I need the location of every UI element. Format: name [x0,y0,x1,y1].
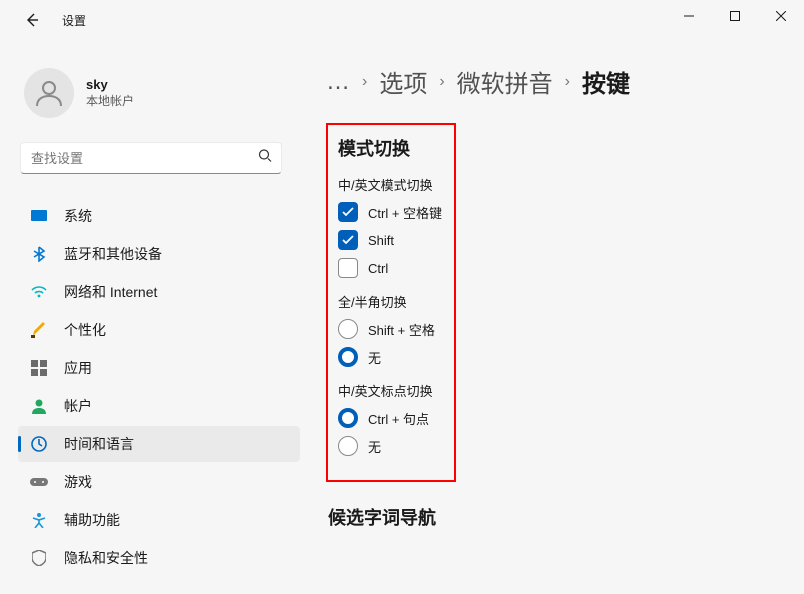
gamepad-icon [30,473,48,491]
nav-item-accessibility[interactable]: 辅助功能 [18,502,300,538]
radio-icon [338,436,358,456]
maximize-icon [730,11,740,21]
nav-item-network[interactable]: 网络和 Internet [18,274,300,310]
titlebar: 设置 [0,0,804,40]
checkbox-icon [338,202,358,222]
chevron-right-icon: › [362,73,367,91]
checkbox-shift[interactable]: Shift [338,230,444,250]
nav-item-system[interactable]: 系统 [18,198,300,234]
sidebar: sky 本地帐户 系统 蓝牙和其他设备 网络和 Internet [0,40,302,594]
nav-label: 个性化 [64,320,106,340]
content-area: … › 选项 › 微软拼音 › 按键 模式切换 中/英文模式切换 Ctrl + … [302,40,804,594]
full-half-heading: 全/半角切换 [338,292,444,311]
radio-ctrl-period[interactable]: Ctrl + 句点 [338,408,444,428]
radio-label: Ctrl + 句点 [368,409,429,428]
radio-shift-space[interactable]: Shift + 空格 [338,319,444,339]
radio-icon [338,319,358,339]
back-button[interactable] [22,10,42,30]
arrow-left-icon [24,12,40,28]
candidate-nav-heading: 候选字词导航 [328,504,796,530]
wifi-icon [30,283,48,301]
user-block[interactable]: sky 本地帐户 [18,50,302,136]
nav-label: 系统 [64,206,92,226]
brush-icon [30,321,48,339]
account-icon [30,397,48,415]
nav-item-bluetooth[interactable]: 蓝牙和其他设备 [18,236,300,272]
breadcrumb-item-keys: 按键 [582,64,630,99]
user-account-type: 本地帐户 [86,92,134,109]
close-button[interactable] [758,0,804,32]
system-icon [30,207,48,225]
checkbox-ctrl[interactable]: Ctrl [338,258,444,278]
search-wrap [20,142,282,174]
radio-label: 无 [368,437,381,456]
radio-label: 无 [368,348,381,367]
close-icon [776,11,786,21]
nav-label: 帐户 [64,396,92,416]
highlight-box: 模式切换 中/英文模式切换 Ctrl + 空格键 Shift Ctrl 全/半角… [326,123,456,482]
nav-item-gaming[interactable]: 游戏 [18,464,300,500]
nav-label: 应用 [64,358,92,378]
radio-label: Shift + 空格 [368,320,435,339]
person-icon [32,76,66,110]
user-name: sky [86,77,134,92]
globe-clock-icon [30,435,48,453]
radio-punct-none[interactable]: 无 [338,436,444,456]
minimize-button[interactable] [666,0,712,32]
nav-label: 时间和语言 [64,434,134,454]
nav-item-personalization[interactable]: 个性化 [18,312,300,348]
nav-label: 隐私和安全性 [64,548,148,568]
breadcrumb: … › 选项 › 微软拼音 › 按键 [326,64,796,99]
shield-icon [30,549,48,567]
checkbox-label: Shift [368,233,394,248]
breadcrumb-ellipsis[interactable]: … [326,68,350,96]
accessibility-icon [30,511,48,529]
checkbox-icon [338,230,358,250]
nav-item-privacy[interactable]: 隐私和安全性 [18,540,300,576]
maximize-button[interactable] [712,0,758,32]
breadcrumb-item-pinyin[interactable]: 微软拼音 [457,64,553,99]
cn-en-mode-heading: 中/英文模式切换 [338,175,444,194]
nav-item-accounts[interactable]: 帐户 [18,388,300,424]
chevron-right-icon: › [439,73,444,91]
nav-list: 系统 蓝牙和其他设备 网络和 Internet 个性化 应用 帐户 [18,196,300,578]
punct-heading: 中/英文标点切换 [338,381,444,400]
minimize-icon [684,11,694,21]
mode-switch-heading: 模式切换 [338,135,444,161]
search-input[interactable] [20,142,282,174]
chevron-right-icon: › [565,73,570,91]
nav-label: 游戏 [64,472,92,492]
checkbox-icon [338,258,358,278]
nav-label: 辅助功能 [64,510,120,530]
radio-icon [338,347,358,367]
bluetooth-icon [30,245,48,263]
nav-item-time-language[interactable]: 时间和语言 [18,426,300,462]
radio-full-half-none[interactable]: 无 [338,347,444,367]
radio-icon [338,408,358,428]
search-icon [258,149,272,168]
nav-label: 蓝牙和其他设备 [64,244,162,264]
checkbox-ctrl-space[interactable]: Ctrl + 空格键 [338,202,444,222]
breadcrumb-item-options[interactable]: 选项 [379,64,427,99]
nav-item-apps[interactable]: 应用 [18,350,300,386]
nav-label: 网络和 Internet [64,282,157,302]
checkbox-label: Ctrl [368,261,388,276]
window-controls [666,0,804,32]
apps-icon [30,359,48,377]
checkbox-label: Ctrl + 空格键 [368,203,442,222]
window-title: 设置 [62,12,86,29]
avatar [24,68,74,118]
